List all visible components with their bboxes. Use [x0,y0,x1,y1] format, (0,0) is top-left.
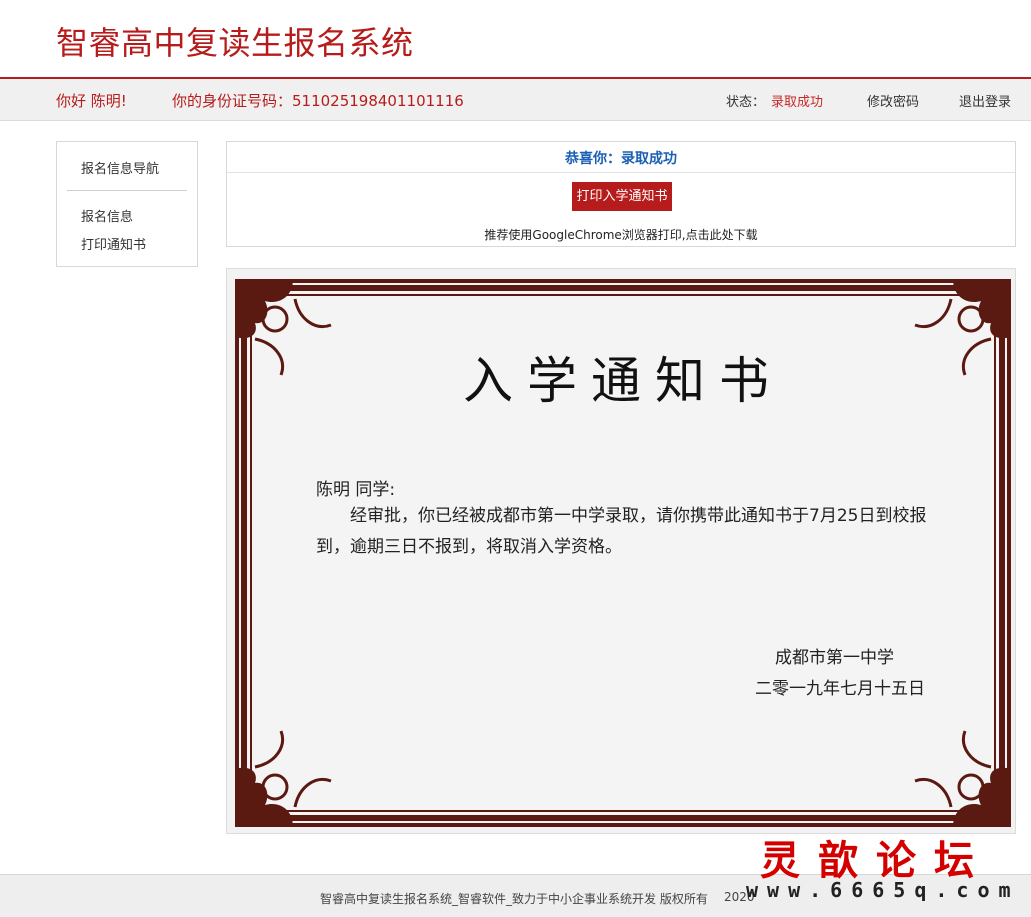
change-password-link[interactable]: 修改密码 [867,91,919,110]
certificate-body: 经审批，你已经被成都市第一中学录取，请你携带此通知书于7月25日到校报到，逾期三… [316,506,927,557]
status-indicator: 状态： 录取成功 [726,91,823,110]
certificate-salutation: 陈明 同学: [316,480,396,500]
chrome-download-hint[interactable]: 推荐使用GoogleChrome浏览器打印,点击此处下载 [227,226,1015,243]
logout-link[interactable]: 退出登录 [959,91,1011,110]
admission-certificate: 入学通知书 陈明 同学: 经审批，你已经被成都市第一中学录取，请你携带此通知书于… [235,279,1011,827]
sidebar-item-registration-info[interactable]: 报名信息 [81,206,133,225]
footer-copyright: 智睿高中复读生报名系统_智睿软件_致力于中小企事业系统开发 版权所有 [320,892,708,906]
sidebar-item-print-notice[interactable]: 打印通知书 [81,234,146,253]
panel-divider [227,172,1015,173]
certificate-title: 入学通知书 [463,352,783,410]
certificate-container: 入学通知书 陈明 同学: 经审批，你已经被成都市第一中学录取，请你携带此通知书于… [226,268,1016,834]
certificate-date: 二零一九年七月十五日 [755,679,925,699]
admission-panel: 恭喜你：录取成功 打印入学通知书 推荐使用GoogleChrome浏览器打印,点… [226,141,1016,247]
status-label: 状态： [726,95,766,110]
watermark-url: www.6665q.com [746,878,1020,902]
congrats-text: 恭喜你：录取成功 [565,151,677,167]
sidebar-title: 报名信息导航 [81,162,160,177]
sidebar-nav: 报名信息导航 报名信息 打印通知书 [56,141,198,267]
certificate-school: 成都市第一中学 [775,648,894,668]
status-value: 录取成功 [771,95,824,110]
greeting-text: 你好 陈明! [56,92,127,110]
sidebar-divider [67,190,187,191]
print-notice-button[interactable]: 打印入学通知书 [572,182,672,211]
id-number-text: 你的身份证号码：511025198401101116 [172,92,464,110]
system-title: 智睿高中复读生报名系统 [56,24,414,62]
user-info-bar: 你好 陈明! 你的身份证号码：511025198401101116 状态： 录取成… [0,79,1031,121]
